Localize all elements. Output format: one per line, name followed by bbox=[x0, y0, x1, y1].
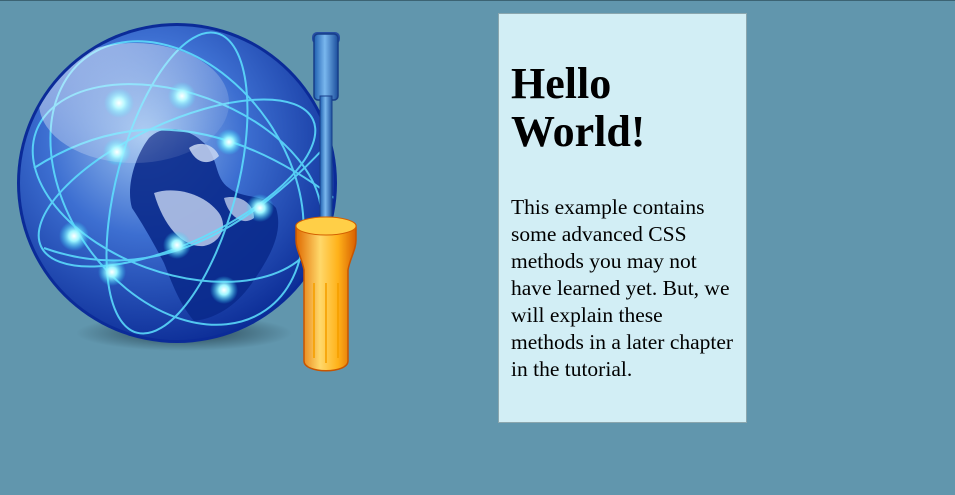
globe-with-screwdriver-icon bbox=[14, 18, 374, 388]
content-box: Hello World! This example contains some … bbox=[498, 13, 747, 423]
page-heading: Hello World! bbox=[511, 59, 646, 156]
description-paragraph: This example contains some advanced CSS … bbox=[511, 195, 734, 381]
top-divider bbox=[0, 0, 955, 1]
